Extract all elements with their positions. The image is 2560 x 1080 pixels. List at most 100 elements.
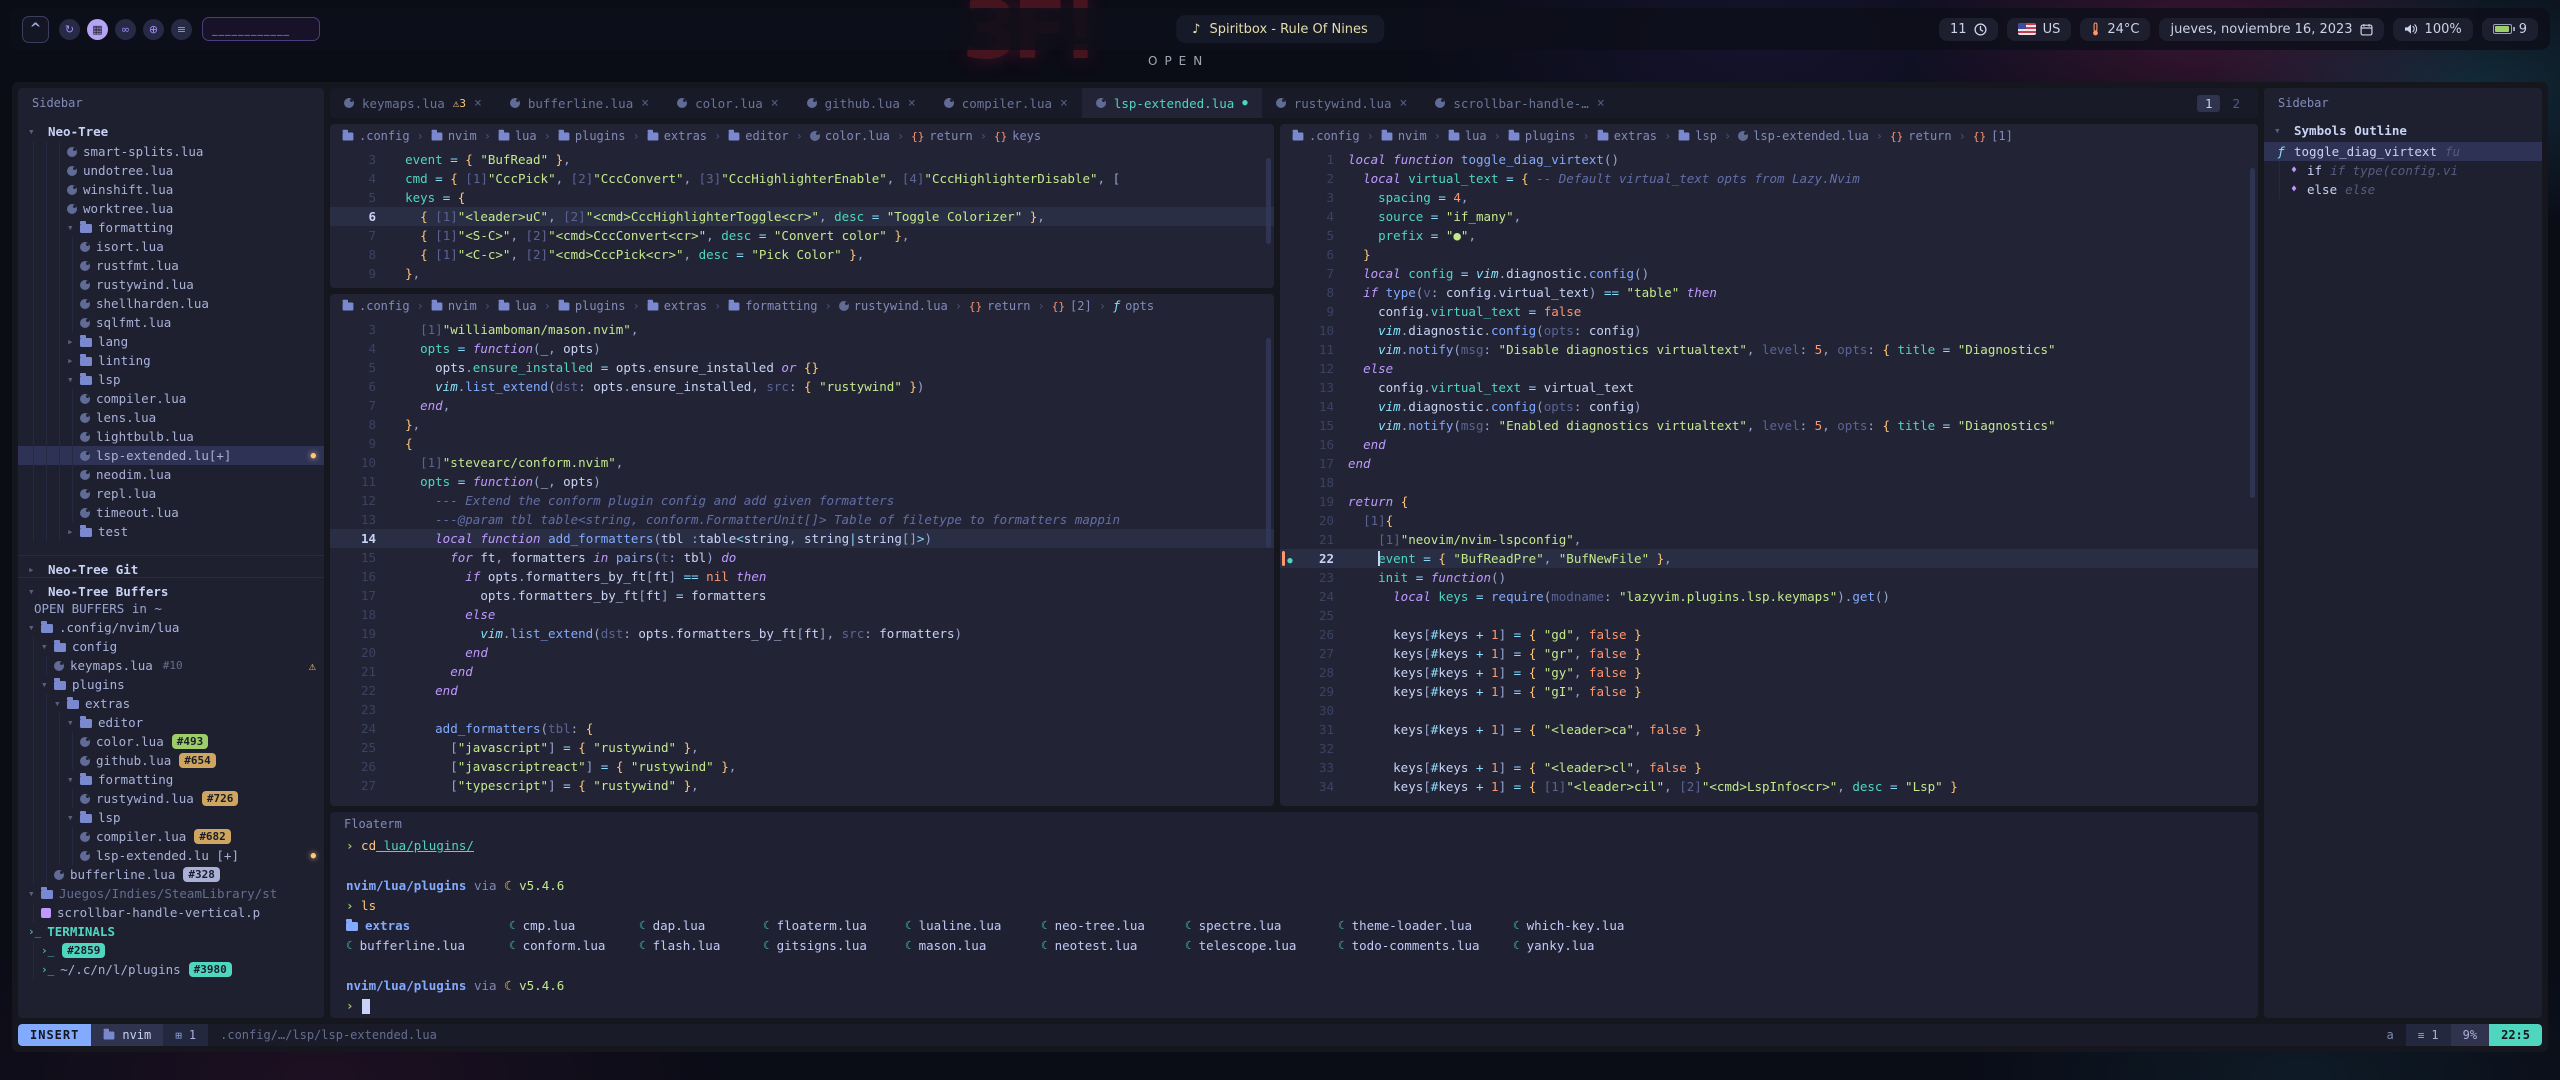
tree-row[interactable]: compiler.lua [18,389,324,408]
breadcrumb-label[interactable]: nvim [448,129,477,143]
code-line[interactable]: 17 opts.formatters_by_ft[ft] = formatter… [330,586,1274,605]
file-entry[interactable]: ☾floaterm.lua [763,916,905,936]
code-line[interactable]: 32 [1280,739,2258,758]
tree-row[interactable]: rustywind.lua#726 [18,789,324,808]
file-entry[interactable]: ☾gitsigns.lua [763,936,905,956]
breadcrumb-label[interactable]: rustywind.lua [854,299,948,313]
code-line[interactable]: 28 keys[#keys + 1] = { "gy", false } [1280,663,2258,682]
code-line[interactable]: 15 vim.notify(msg: "Enabled diagnostics … [1280,416,2258,435]
volume-widget[interactable]: 100% [2393,18,2473,41]
tree-row[interactable]: compiler.lua#682 [18,827,324,846]
symbols-outline-header[interactable]: ▾ Symbols Outline [2264,118,2542,142]
file-entry[interactable]: ☾flash.lua [639,936,763,956]
tree-row[interactable]: winshift.lua [18,180,324,199]
code-line[interactable]: 7 end, [330,396,1274,415]
tree-section-header[interactable]: ▸Neo-Tree Git [18,555,324,577]
tree-row[interactable]: worktree.lua [18,199,324,218]
code-line[interactable]: 5 prefix = "●", [1280,226,2258,245]
tree-row[interactable]: keymaps.lua#10⚠ [18,656,324,675]
tree-row[interactable]: ▸lang [18,332,324,351]
breadcrumb-label[interactable]: .config [1309,129,1360,143]
code-line[interactable]: 13 ---@param tbl table<string, conform.F… [330,510,1274,529]
file-entry[interactable]: ☾neotest.lua [1041,936,1185,956]
code-line[interactable]: 9 }, [330,264,1274,283]
tree-row[interactable]: timeout.lua [18,503,324,522]
code-line[interactable]: 8 { [1]"<C-c>", [2]"<cmd>CccPick<cr>", d… [330,245,1274,264]
breadcrumb-label[interactable]: opts [1125,299,1154,313]
tree-row[interactable]: ▾plugins [18,675,324,694]
file-entry[interactable]: ☾neo-tree.lua [1041,916,1185,936]
code-line[interactable]: 2 local virtual_text = { -- Default virt… [1280,169,2258,188]
code-line[interactable]: 3 [1]"williamboman/mason.nvim", [330,320,1274,339]
code-line[interactable]: ●22 event = { "BufReadPre", "BufNewFile"… [1280,549,2258,568]
keyboard-layout-widget[interactable]: US [2007,18,2072,41]
breadcrumb-label[interactable]: nvim [448,299,477,313]
code-line[interactable]: 20 [1]{ [1280,511,2258,530]
code-line[interactable]: 29 keys[#keys + 1] = { "gI", false } [1280,682,2258,701]
code-line[interactable]: 11 opts = function(_, opts) [330,472,1274,491]
code-line[interactable]: 16 end [1280,435,2258,454]
tree-row[interactable]: undotree.lua [18,161,324,180]
code-line[interactable]: 21 end [330,662,1274,681]
timer-widget[interactable]: 11 [1939,18,1998,41]
breadcrumb-label[interactable]: return [1908,129,1951,143]
file-entry[interactable]: ☾todo-comments.lua [1338,936,1513,956]
breadcrumb-label[interactable]: extras [1614,129,1657,143]
file-entry[interactable]: ☾mason.lua [905,936,1041,956]
editor-lsp-extended-lua[interactable]: .config›nvim›lua›plugins›extras›lsp›lsp-… [1280,124,2258,806]
code-line[interactable]: 34 keys[#keys + 1] = { [1]"<leader>cil",… [1280,777,2258,796]
file-entry[interactable]: ☾theme-loader.lua [1338,916,1513,936]
code-line[interactable]: 5 opts.ensure_installed = opts.ensure_in… [330,358,1274,377]
breadcrumb-label[interactable]: color.lua [825,129,890,143]
file-entry[interactable]: ☾bufferline.lua [346,936,509,956]
code-line[interactable]: 1local function toggle_diag_virtext() [1280,150,2258,169]
breadcrumb-label[interactable]: lsp-extended.lua [1753,129,1869,143]
file-entry[interactable]: ☾telescope.lua [1185,936,1338,956]
code-line[interactable]: 10 [1]"stevearc/conform.nvim", [330,453,1274,472]
breadcrumb-label[interactable]: .config [359,299,410,313]
tree-row[interactable]: lsp-extended.lu [+]● [18,846,324,865]
breadcrumb-label[interactable]: .config [359,129,410,143]
outline-item[interactable]: ƒtoggle_diag_virtextfu [2264,142,2542,161]
breadcrumb-label[interactable]: editor [745,129,788,143]
editor-tab[interactable]: scrollbar-handle-…× [1421,88,1618,118]
tree-row[interactable]: lightbulb.lua [18,427,324,446]
code-line[interactable]: 19return { [1280,492,2258,511]
code-line[interactable]: 12 --- Extend the conform plugin config … [330,491,1274,510]
floaterm-panel[interactable]: Floaterm › cd lua/plugins/nvim/lua/plugi… [330,812,2258,1018]
tree-row[interactable]: color.lua#493 [18,732,324,751]
scrollbar-handle[interactable] [2250,168,2255,498]
tree-row[interactable]: ▾config [18,637,324,656]
tab-page[interactable]: 2 [2224,95,2248,112]
code-line[interactable]: 18 else [330,605,1274,624]
music-widget[interactable]: ♪ Spiritbox - Rule Of Nines [1176,15,1384,43]
scrollbar-handle[interactable] [1266,158,1271,244]
tree-row[interactable]: ▸linting [18,351,324,370]
tree-row[interactable]: ▾lsp [18,370,324,389]
layout-grid-icon[interactable]: ▦ [87,19,108,40]
code-line[interactable]: 3 spacing = 4, [1280,188,2258,207]
tab-page[interactable]: 1 [2197,95,2221,112]
tree-row[interactable]: neodim.lua [18,465,324,484]
code-line[interactable]: 16 if opts.formatters_by_ft[ft] == nil t… [330,567,1274,586]
notes-icon[interactable]: ≡ [171,19,192,40]
file-entry[interactable]: ☾conform.lua [509,936,639,956]
tree-row[interactable]: ›_~/.c/n/l/plugins#3980 [18,960,324,979]
link-icon[interactable]: ∞ [115,19,136,40]
battery-widget[interactable]: 9 [2482,18,2538,41]
code-line[interactable]: 9 config.virtual_text = false [1280,302,2258,321]
breadcrumb-label[interactable]: plugins [575,129,626,143]
outline-item[interactable]: ♦elseelse [2264,180,2542,199]
code-line[interactable]: 8 if type(v: config.virtual_text) == "ta… [1280,283,2258,302]
breadcrumb-label[interactable]: lua [515,129,537,143]
copy-icon[interactable]: ⊕ [143,19,164,40]
editor-tab[interactable]: bufferline.lua× [496,88,663,118]
tree-row[interactable]: ▾editor [18,713,324,732]
code-line[interactable]: 14 vim.diagnostic.config(opts: config) [1280,397,2258,416]
file-entry[interactable]: extras [346,916,509,936]
file-entry[interactable]: ☾which-key.lua [1513,916,2242,936]
code-line[interactable]: 21 [1]"neovim/nvim-lspconfig", [1280,530,2258,549]
code-line[interactable]: 23 [330,700,1274,719]
editor-color-lua[interactable]: .config›nvim›lua›plugins›extras›editor›c… [330,124,1274,288]
editor-tab[interactable]: rustywind.lua× [1262,88,1422,118]
